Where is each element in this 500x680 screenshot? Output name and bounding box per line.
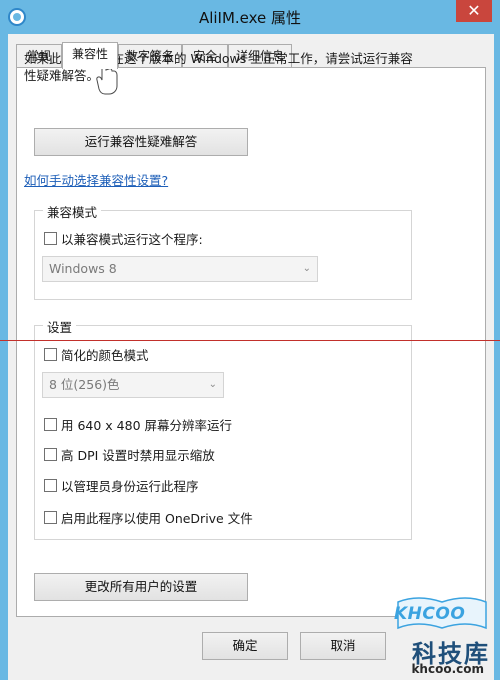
- option-row-640x480[interactable]: 用 640 x 480 屏幕分辨率运行: [44, 415, 232, 434]
- cancel-button[interactable]: 取消: [300, 632, 386, 660]
- manual-compat-link[interactable]: 如何手动选择兼容性设置?: [24, 170, 168, 189]
- watermark-url: khcoo.com: [411, 662, 484, 676]
- compat-mode-checkbox[interactable]: [44, 232, 57, 245]
- option-row-onedrive[interactable]: 启用此程序以使用 OneDrive 文件: [44, 508, 253, 527]
- window-title: AliIM.exe 属性: [198, 9, 302, 27]
- watermark-logo: KHCOO: [394, 604, 466, 624]
- os-version-value: Windows 8: [49, 261, 117, 276]
- reduced-color-checkbox[interactable]: [44, 348, 57, 361]
- compat-mode-group: 兼容模式: [34, 202, 412, 300]
- run-troubleshooter-button[interactable]: 运行兼容性疑难解答: [34, 128, 248, 156]
- option-label-high-dpi: 高 DPI 设置时禁用显示缩放: [61, 448, 215, 463]
- settings-title: 设置: [43, 317, 77, 336]
- chevron-down-icon: ⌄: [302, 263, 311, 274]
- properties-window: AliIM.exe 属性 ✕ 常规 兼容性 数字签名 安全 详细信息 如果此程序…: [0, 0, 500, 680]
- color-depth-value: 8 位(256)色: [49, 377, 120, 392]
- option-checkbox-onedrive[interactable]: [44, 511, 57, 524]
- option-label-640x480: 用 640 x 480 屏幕分辨率运行: [61, 418, 233, 433]
- option-checkbox-high-dpi[interactable]: [44, 448, 57, 461]
- compat-mode-checkbox-label: 以兼容模式运行这个程序:: [61, 232, 203, 247]
- compat-mode-title: 兼容模式: [43, 202, 102, 221]
- option-row-run-as-admin[interactable]: 以管理员身份运行此程序: [44, 476, 199, 495]
- close-button[interactable]: ✕: [456, 0, 492, 22]
- option-label-run-as-admin: 以管理员身份运行此程序: [61, 479, 199, 494]
- reduced-color-label: 简化的颜色模式: [61, 348, 149, 363]
- compat-mode-checkbox-row[interactable]: 以兼容模式运行这个程序:: [44, 229, 203, 248]
- option-label-onedrive: 启用此程序以使用 OneDrive 文件: [61, 511, 253, 526]
- os-version-select[interactable]: Windows 8 ⌄: [42, 256, 318, 282]
- change-all-users-button[interactable]: 更改所有用户的设置: [34, 573, 248, 601]
- tab-compatibility[interactable]: 兼容性: [62, 42, 118, 69]
- reduced-color-row[interactable]: 简化的颜色模式: [44, 345, 149, 364]
- option-checkbox-640x480[interactable]: [44, 418, 57, 431]
- watermark: KHCOO 科技库 khcoo.com: [384, 594, 494, 680]
- option-checkbox-run-as-admin[interactable]: [44, 479, 57, 492]
- chevron-down-icon: ⌄: [208, 379, 217, 390]
- title-bar[interactable]: AliIM.exe 属性 ✕: [0, 0, 500, 34]
- ok-button[interactable]: 确定: [202, 632, 288, 660]
- annotation-line: [0, 340, 500, 341]
- color-depth-select[interactable]: 8 位(256)色 ⌄: [42, 372, 224, 398]
- option-row-high-dpi[interactable]: 高 DPI 设置时禁用显示缩放: [44, 445, 215, 464]
